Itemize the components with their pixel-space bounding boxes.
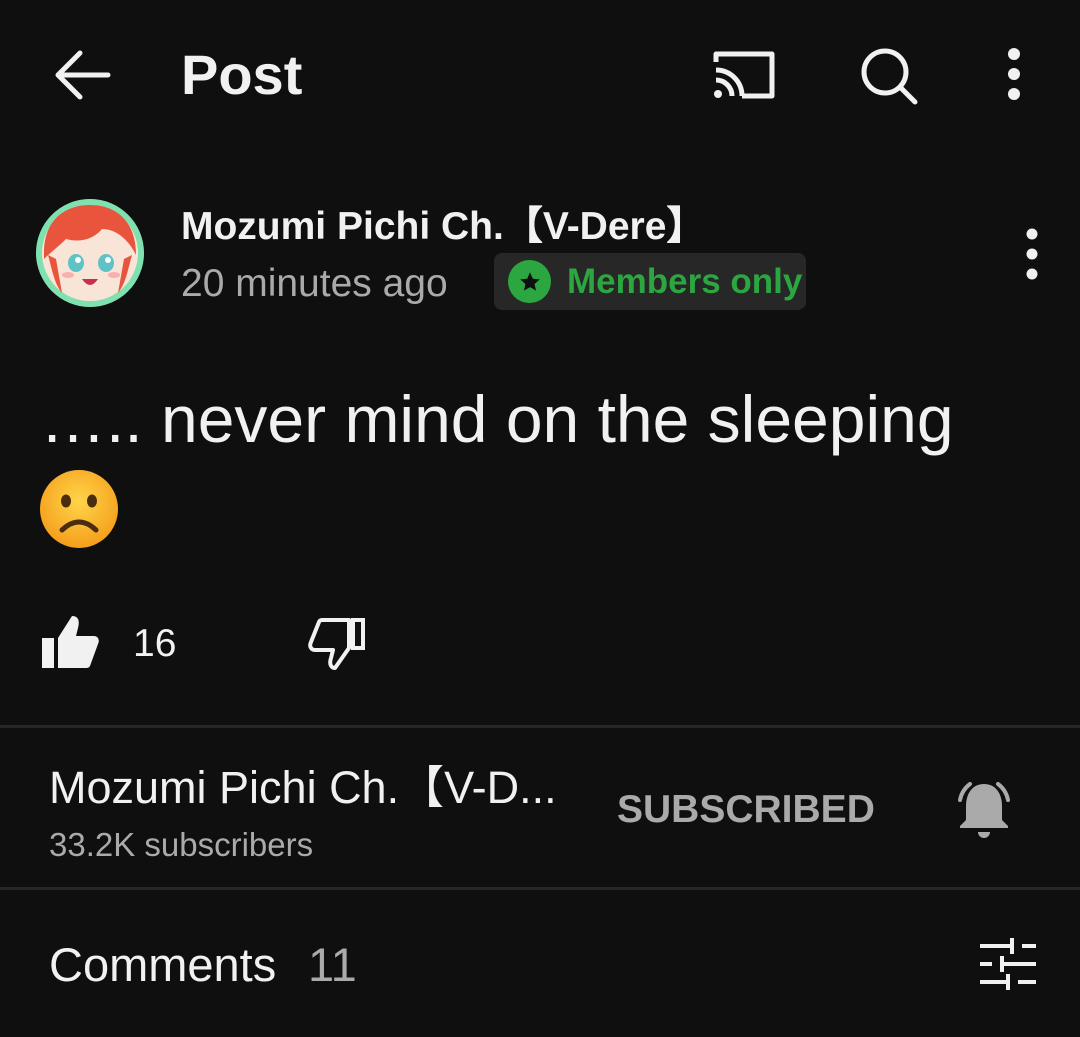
cast-button[interactable] — [708, 44, 780, 106]
channel-name[interactable]: Mozumi Pichi Ch.【V-D... — [49, 760, 557, 816]
post-channel-name[interactable]: Mozumi Pichi Ch.【V-Dere】 — [181, 203, 705, 251]
star-icon — [508, 260, 551, 303]
post-text: ….. never mind on the sleeping — [40, 382, 954, 456]
channel-avatar[interactable] — [36, 199, 144, 307]
thumbs-up-filled-icon — [42, 616, 99, 668]
tune-sliders-icon — [980, 938, 1036, 990]
back-button[interactable] — [50, 44, 116, 106]
subscribed-button[interactable]: SUBSCRIBED — [617, 786, 875, 834]
post-more-options-button[interactable] — [1010, 222, 1054, 288]
like-button[interactable] — [40, 612, 102, 672]
members-only-label: Members only — [567, 261, 803, 301]
notification-bell-button[interactable] — [950, 776, 1018, 844]
like-count: 16 — [133, 622, 177, 665]
divider — [0, 725, 1080, 728]
sort-comments-button[interactable] — [978, 936, 1038, 992]
comments-label[interactable]: Comments — [49, 936, 276, 994]
subscriber-count: 33.2K subscribers — [49, 826, 314, 863]
dislike-button[interactable] — [305, 614, 367, 674]
comments-count: 11 — [308, 938, 357, 991]
members-only-badge: Members only — [494, 253, 806, 310]
avatar-image — [36, 199, 144, 307]
notifications-active-bell-icon — [958, 782, 1010, 838]
search-icon — [861, 48, 918, 105]
thumbs-down-outline-icon — [308, 618, 365, 670]
frowning-face-emoji — [38, 468, 120, 550]
cast-icon — [713, 51, 775, 99]
divider — [0, 887, 1080, 890]
page-title: Post — [181, 43, 303, 106]
more-vertical-icon — [1008, 48, 1020, 100]
post-timestamp: 20 minutes ago — [181, 262, 448, 305]
search-button[interactable] — [855, 42, 923, 108]
frowning-face-icon — [40, 470, 118, 548]
more-options-button[interactable] — [992, 42, 1036, 108]
back-arrow-icon — [55, 50, 111, 100]
more-vertical-icon — [1026, 228, 1038, 280]
